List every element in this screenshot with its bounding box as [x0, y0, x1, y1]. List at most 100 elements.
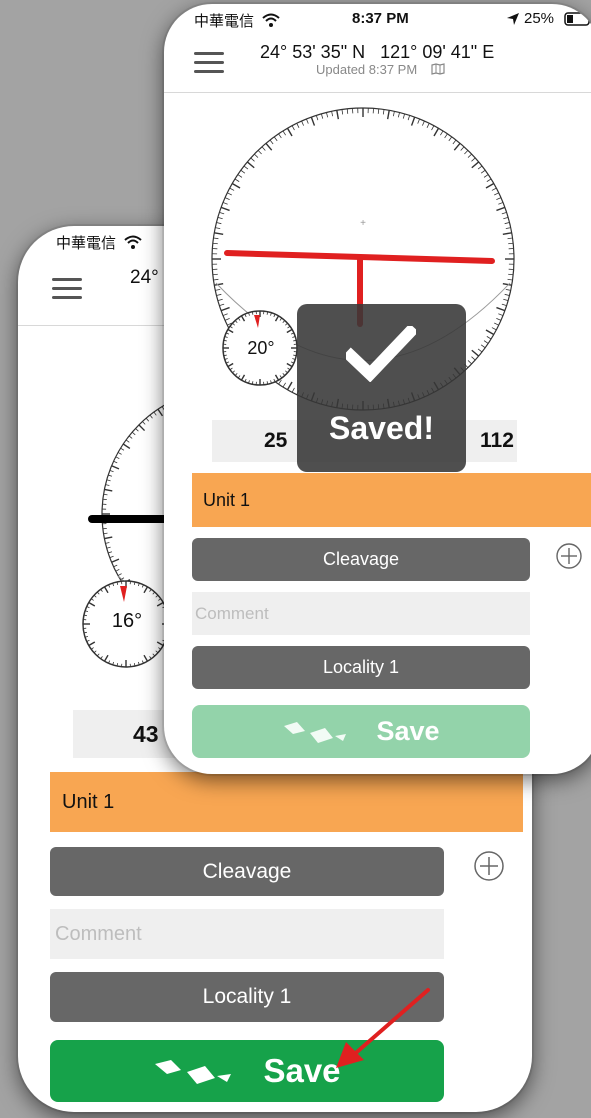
save-label: Save [376, 716, 440, 746]
dial-tick [104, 488, 113, 492]
dial-tick [111, 558, 120, 563]
add-circle-icon[interactable] [555, 542, 583, 570]
dial-tick [231, 182, 241, 189]
dial-tick [491, 327, 497, 331]
dial-tick [219, 211, 225, 215]
dial-tick [440, 130, 444, 136]
dial-tick [471, 161, 480, 169]
dial-tick [341, 109, 344, 115]
dial-tick [507, 278, 513, 281]
dial-tick [269, 139, 274, 145]
dial-tick [494, 192, 499, 196]
dial-tick [214, 282, 224, 286]
cleavage-button[interactable]: Cleavage [192, 538, 530, 581]
battery-label: 25% [524, 10, 555, 27]
dial-tick [386, 110, 390, 120]
dial-tick [212, 242, 218, 245]
dial-tick [219, 303, 225, 307]
dial-tick [257, 150, 262, 155]
dial-tick [507, 237, 513, 240]
dial-tick [220, 206, 230, 212]
dial-tick [286, 127, 293, 137]
checkmark-icon [346, 326, 416, 382]
save-logo-icon [155, 1060, 232, 1084]
dial-tick [254, 153, 259, 158]
add-circle-icon[interactable] [473, 850, 505, 882]
dial-tick [212, 273, 218, 276]
dial-tick [278, 133, 282, 139]
dial-tick [138, 424, 146, 432]
dial-tick [467, 360, 472, 365]
dial-tick [502, 282, 512, 286]
unit-selector[interactable]: Unit 1 [50, 772, 523, 832]
dial-tick [504, 293, 510, 296]
dial-tick [496, 197, 502, 200]
cleavage-label: Cleavage [202, 859, 292, 883]
dial-tick [215, 227, 221, 230]
comment-placeholder: Comment [55, 922, 142, 945]
updated-text: Updated 8:37 PM [316, 62, 418, 77]
dial-tick [291, 125, 295, 131]
dial-tick [503, 216, 509, 220]
dial-tick [320, 113, 324, 119]
dial-tick [417, 118, 420, 124]
coordinates-label: 24° [130, 267, 159, 288]
dial-tick [120, 447, 125, 451]
dial-tick [128, 435, 133, 439]
dial-tick [310, 116, 316, 126]
map-icon[interactable] [431, 63, 445, 75]
dial-tick [246, 161, 255, 169]
clock-label: 8:37 PM [352, 10, 409, 27]
dial-tick [422, 120, 425, 126]
toast-message: Saved! [329, 410, 434, 446]
battery-icon [564, 12, 591, 26]
dial-tick [402, 113, 406, 119]
dial-tick [217, 298, 223, 302]
locality-button[interactable]: Locality 1 [192, 646, 530, 689]
cleavage-button[interactable]: Cleavage [50, 847, 444, 896]
dial-tick [229, 187, 235, 191]
status-bar: 中華電信 [56, 232, 142, 253]
hamburger-menu-icon[interactable] [52, 278, 82, 300]
dial-tick [477, 165, 483, 170]
locality-label: Locality 1 [322, 657, 400, 677]
dial-tick [392, 111, 395, 117]
dial-tick [501, 303, 507, 307]
strike-value: 43 [133, 720, 159, 747]
comment-input[interactable]: Comment [192, 592, 530, 635]
comment-input[interactable]: Comment [50, 909, 444, 959]
dial-tick [431, 125, 435, 131]
dial-tick [217, 216, 223, 220]
dial-tick [460, 146, 465, 151]
dial-tick [131, 431, 136, 436]
dial-tick [505, 288, 511, 291]
dial-tick [491, 187, 497, 191]
dial-tick [486, 336, 492, 340]
dial-tick [250, 157, 255, 162]
dial-tick [496, 306, 506, 312]
comment-placeholder: Comment [195, 603, 269, 623]
coordinates-label: 24° 53' 35" N 121° 09' 41" E [260, 42, 495, 62]
dial-tick [213, 237, 219, 240]
unit-selector[interactable]: Unit 1 [192, 473, 591, 527]
dial-tick [464, 150, 469, 155]
dial-tick [296, 123, 300, 128]
dial-tick [483, 340, 489, 344]
hamburger-menu-icon[interactable] [194, 52, 224, 74]
dial-tick [471, 356, 476, 361]
saved-toast: Saved! [297, 304, 466, 472]
dial-tick [508, 273, 514, 276]
dial-tick [480, 169, 486, 174]
dial-tick [265, 142, 273, 151]
dial-tick [477, 348, 483, 353]
dial-tick [382, 109, 385, 115]
dial-tick [471, 157, 476, 162]
dial-tick [243, 165, 249, 170]
save-button[interactable]: Save [192, 705, 530, 758]
dial-tick [111, 465, 120, 470]
dial-tick [505, 227, 511, 230]
dial-tick [486, 178, 492, 182]
dial-tick [104, 536, 113, 540]
dial-tick [504, 222, 510, 225]
save-logo-icon [284, 721, 347, 743]
